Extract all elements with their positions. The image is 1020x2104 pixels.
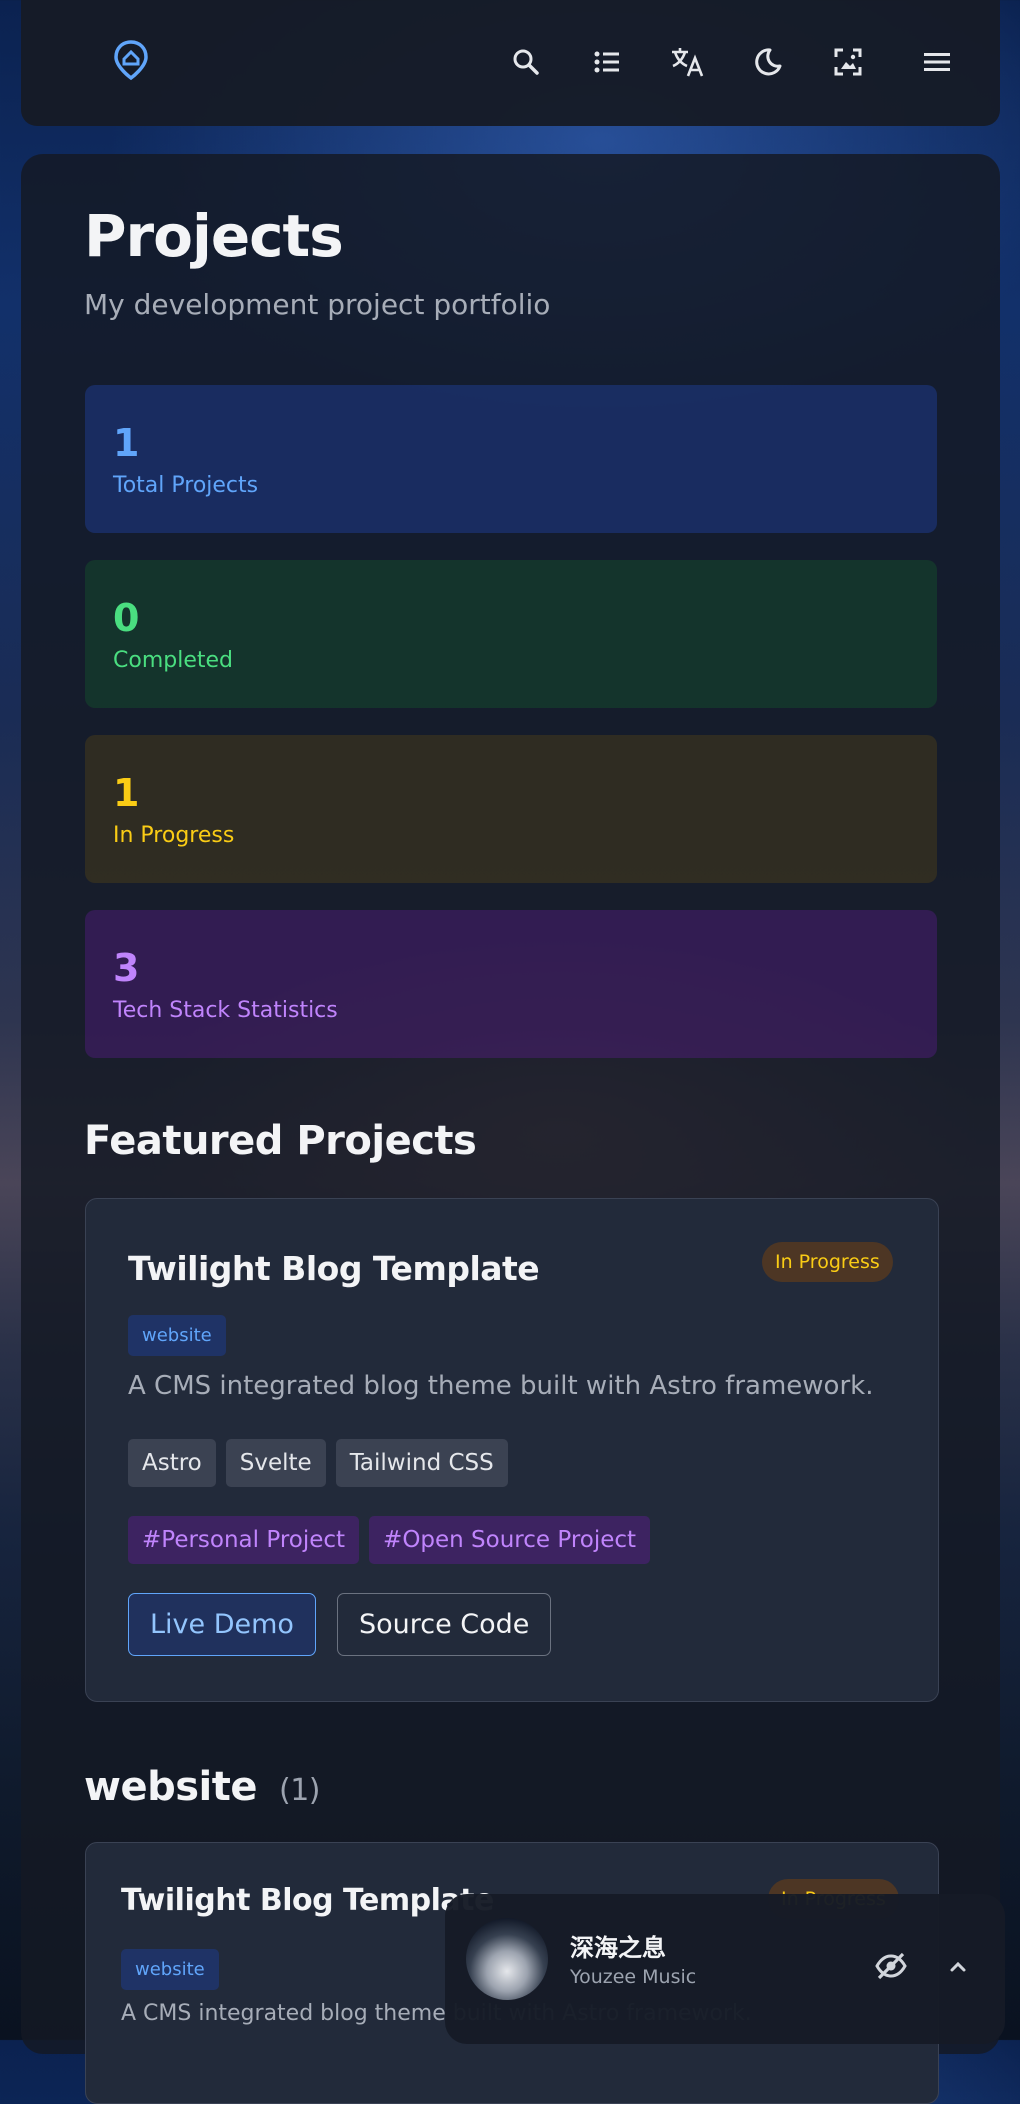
wallpaper-icon[interactable]	[830, 44, 866, 80]
stat-value: 3	[113, 946, 140, 990]
music-player: 深海之息 Youzee Music	[445, 1894, 1005, 2044]
project-actions: Live Demo Source Code	[128, 1593, 552, 1656]
source-code-button[interactable]: Source Code	[336, 1593, 552, 1656]
category-badge[interactable]: website	[128, 1315, 226, 1356]
live-demo-button[interactable]: Live Demo	[128, 1593, 316, 1656]
page-subtitle: My development project portfolio	[84, 288, 551, 321]
project-description: A CMS integrated blog theme built with A…	[128, 1371, 874, 1401]
featured-project-card[interactable]: Twilight Blog Template In Progress websi…	[85, 1198, 939, 1702]
stat-value: 1	[113, 421, 140, 465]
main-content-panel: Projects My development project portfoli…	[21, 154, 1000, 2104]
stat-value: 1	[113, 771, 140, 815]
project-title[interactable]: Twilight Blog Template	[121, 1883, 494, 1918]
menu-icon[interactable]	[919, 44, 955, 80]
stat-label: In Progress	[113, 823, 235, 848]
stat-total-projects: 1 Total Projects	[85, 385, 937, 533]
tech-chip: Svelte	[225, 1439, 326, 1487]
stat-value: 0	[113, 596, 140, 640]
stat-completed: 0 Completed	[85, 560, 937, 708]
moon-icon[interactable]	[750, 44, 786, 80]
page-title: Projects	[84, 202, 344, 270]
project-title[interactable]: Twilight Blog Template	[128, 1249, 540, 1288]
tech-stack-list: Astro Svelte Tailwind CSS	[128, 1439, 508, 1487]
chevron-up-icon[interactable]	[943, 1951, 973, 1981]
translate-icon[interactable]	[669, 44, 705, 80]
stat-in-progress: 1 In Progress	[85, 735, 937, 883]
album-cover[interactable]	[466, 1918, 548, 2000]
stat-label: Total Projects	[113, 473, 259, 498]
category-heading: website (1)	[84, 1764, 320, 1810]
top-navbar	[21, 0, 1000, 126]
song-artist: Youzee Music	[570, 1966, 697, 1988]
status-badge: In Progress	[762, 1242, 893, 1282]
stat-label: Tech Stack Statistics	[113, 998, 338, 1023]
featured-heading: Featured Projects	[84, 1118, 477, 1164]
list-icon[interactable]	[589, 44, 625, 80]
stat-tech-stack: 3 Tech Stack Statistics	[85, 910, 937, 1058]
eye-off-icon[interactable]	[873, 1948, 909, 1984]
category-heading-label: website	[84, 1764, 257, 1810]
project-tag[interactable]: #Open Source Project	[369, 1516, 651, 1564]
tech-chip: Tailwind CSS	[335, 1439, 508, 1487]
song-title: 深海之息	[570, 1934, 666, 1962]
category-badge[interactable]: website	[121, 1949, 219, 1990]
tech-chip: Astro	[128, 1439, 216, 1487]
map-pin-home-icon[interactable]	[109, 38, 153, 82]
category-count: (1)	[278, 1773, 321, 1808]
search-icon[interactable]	[508, 44, 544, 80]
project-tag[interactable]: #Personal Project	[128, 1516, 360, 1564]
tag-list: #Personal Project #Open Source Project	[128, 1516, 651, 1564]
stat-label: Completed	[113, 648, 233, 673]
